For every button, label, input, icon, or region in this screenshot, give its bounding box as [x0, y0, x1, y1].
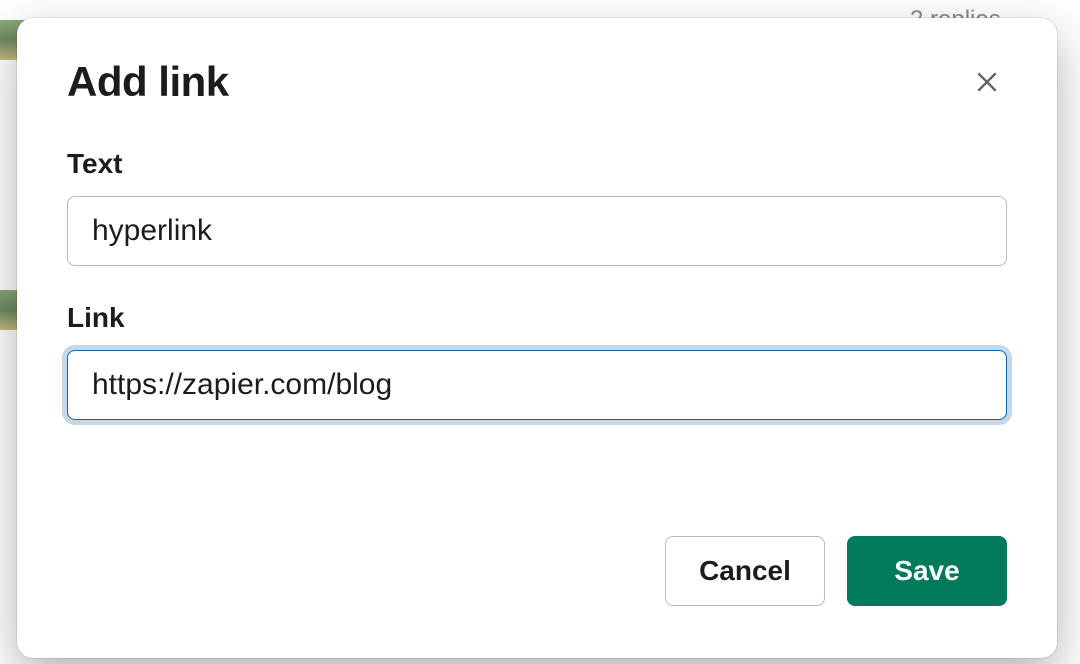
- cancel-button[interactable]: Cancel: [665, 536, 825, 606]
- link-input[interactable]: [67, 350, 1007, 420]
- link-form-group: Link: [67, 302, 1007, 420]
- link-label: Link: [67, 302, 1007, 334]
- modal-footer: Cancel Save: [67, 536, 1007, 618]
- save-button[interactable]: Save: [847, 536, 1007, 606]
- text-label: Text: [67, 148, 1007, 180]
- modal-header: Add link: [67, 58, 1007, 106]
- close-icon: [974, 69, 1000, 95]
- add-link-modal: Add link Text Link Cancel Save: [17, 18, 1057, 658]
- text-form-group: Text: [67, 148, 1007, 266]
- close-button[interactable]: [967, 62, 1007, 102]
- text-input[interactable]: [67, 196, 1007, 266]
- modal-title: Add link: [67, 58, 229, 106]
